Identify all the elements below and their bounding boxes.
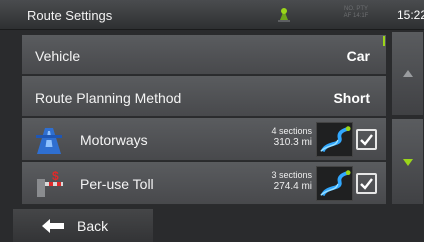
settings-list: Vehicle Car Route Planning Method Short … xyxy=(22,35,386,205)
checkmark-icon xyxy=(360,134,373,146)
toll-stats: 3 sections 274.4 mi xyxy=(247,170,312,192)
bottom-bar: Back xyxy=(0,209,424,242)
vehicle-value: Car xyxy=(346,48,370,64)
motorways-checkbox[interactable] xyxy=(356,129,377,150)
page-title: Route Settings xyxy=(27,8,113,23)
status-readout: NO. PTY AF 14:1F xyxy=(343,6,369,19)
motorways-row[interactable]: Motorways 4 sections 310.3 mi xyxy=(22,118,386,161)
route-planning-method-label: Route Planning Method xyxy=(35,90,182,106)
chevron-down-icon xyxy=(403,159,413,166)
route-planning-method-value: Short xyxy=(333,90,370,106)
chevron-up-icon xyxy=(403,70,413,77)
motorways-stats: 4 sections 310.3 mi xyxy=(247,126,312,148)
svg-text:$: $ xyxy=(52,169,59,183)
per-use-toll-row[interactable]: $ Per-use Toll 3 sections 274.4 mi xyxy=(22,162,386,205)
vehicle-label: Vehicle xyxy=(35,48,81,64)
toll-sections: 3 sections xyxy=(271,170,312,180)
route-preview-icon[interactable] xyxy=(316,122,353,157)
clock: 15:22 xyxy=(397,8,424,22)
top-bar: Route Settings NO. PTY AF 14:1F 15:22 xyxy=(0,0,424,30)
gps-signal-icon xyxy=(278,8,290,22)
scroll-position-indicator xyxy=(383,36,385,46)
motorways-sections: 4 sections xyxy=(271,126,312,136)
scroll-up-button[interactable] xyxy=(391,31,424,116)
back-label: Back xyxy=(77,218,109,234)
motorway-icon xyxy=(36,128,62,154)
route-planning-method-row[interactable]: Route Planning Method Short xyxy=(22,76,386,117)
back-arrow-icon xyxy=(42,219,64,233)
toll-distance: 274.4 mi xyxy=(273,181,312,192)
route-preview-icon[interactable] xyxy=(316,166,353,201)
per-use-toll-label: Per-use Toll xyxy=(80,176,154,192)
toll-icon: $ xyxy=(37,169,63,197)
vehicle-row[interactable]: Vehicle Car xyxy=(22,35,386,75)
per-use-toll-checkbox[interactable] xyxy=(356,173,377,194)
scroll-down-button[interactable] xyxy=(391,118,424,205)
motorways-label: Motorways xyxy=(80,132,148,148)
back-button[interactable]: Back xyxy=(13,209,153,242)
checkmark-icon xyxy=(360,178,373,190)
motorways-distance: 310.3 mi xyxy=(273,137,312,148)
